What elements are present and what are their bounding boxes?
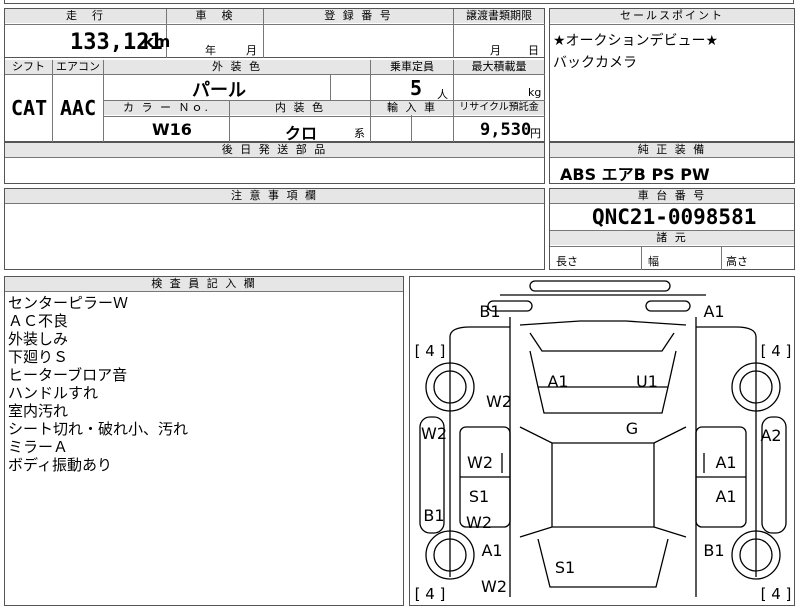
tire-tread-fr: [ 4 ]: [761, 342, 792, 360]
divider: [5, 157, 544, 158]
divider: [550, 203, 794, 204]
damage-marks: [ 4 ] [ 4 ] [ 4 ] [ 4 ] B1 A1 A1 U1 W2 W…: [415, 302, 792, 603]
interior-value: クロ: [285, 124, 318, 143]
remark-1: センターピラーＷ: [8, 294, 129, 312]
sales-point-label: セールスポイント: [550, 9, 794, 23]
seats-value: 5: [410, 76, 423, 100]
mileage-label: 走 行: [5, 9, 166, 23]
remark-2: ＡＣ不良: [8, 312, 69, 330]
mark-hood-right: U1: [636, 372, 658, 391]
dims-width: 幅: [648, 255, 659, 268]
recycle-unit: 円: [530, 127, 541, 140]
remark-10: ボディ振動あり: [8, 456, 112, 474]
car-diagram: [ 4 ] [ 4 ] [ 4 ] [ 4 ] B1 A1 A1 U1 W2 W…: [415, 280, 792, 603]
chassis-label: 車 台 番 号: [550, 189, 794, 203]
car-outline: [419, 280, 787, 597]
sales-point-2: バックカメラ: [553, 55, 637, 71]
dims-length: 長さ: [556, 255, 578, 268]
notes-label: 注 意 事 項 欄: [5, 189, 544, 203]
divider: [5, 203, 544, 204]
top-strip: [4, 0, 794, 4]
mark-side-left: W2: [421, 424, 447, 443]
mark-roof-rear: S1: [555, 558, 575, 577]
mark-door-right-front: A1: [715, 453, 736, 472]
divider: [104, 116, 545, 117]
inspector-label: 検 査 員 記 入 欄: [5, 277, 403, 291]
load-unit: kg: [528, 86, 542, 99]
mark-door-left-rear-2: W2: [466, 513, 492, 532]
divider: [550, 246, 794, 247]
mark-door-left-rear: S1: [469, 487, 489, 506]
remark-3: 外装しみ: [8, 330, 69, 348]
mark-rear-left: W2: [481, 577, 507, 596]
sales-point-1: ★オークションデビュー★: [553, 33, 719, 49]
dims-label: 諸 元: [550, 231, 794, 245]
shaken-month: 月: [246, 44, 257, 57]
mark-sill-left: B1: [423, 506, 444, 525]
transfer-month: 月: [490, 44, 501, 57]
shift-value: CAT: [11, 96, 48, 120]
color-value: パール: [192, 80, 246, 101]
mark-windshield: G: [626, 419, 638, 438]
remark-9: ミラーＡ: [8, 438, 69, 456]
mark-fender-left: W2: [486, 392, 512, 411]
ac-value: AAC: [60, 96, 97, 120]
mileage-unit: km: [143, 32, 171, 51]
interior-suffix: 系: [354, 127, 365, 140]
remark-7: 室内汚れ: [8, 402, 69, 420]
divider: [453, 9, 454, 58]
interior-label: 内 装 色: [230, 101, 370, 115]
mark-door-left-front: W2: [467, 453, 493, 472]
mark-front-right: A1: [703, 302, 724, 321]
later-parts-label: 後 日 発 送 部 品: [5, 143, 544, 157]
divider: [263, 9, 264, 58]
mark-side-right: A2: [760, 426, 781, 445]
shaken-year: 年: [205, 44, 216, 57]
divider: [5, 291, 403, 292]
chassis-number: QNC21-0098581: [592, 205, 757, 229]
registration-label: 登 録 番 号: [264, 9, 453, 23]
divider: [550, 24, 794, 25]
mark-quarter-right: B1: [703, 541, 724, 560]
remark-4: 下廻りＳ: [8, 348, 69, 366]
sales-point-panel: [549, 8, 795, 142]
divider: [5, 24, 545, 25]
divider: [641, 246, 642, 270]
divider: [52, 60, 53, 142]
car-diagram-panel: [ 4 ] [ 4 ] [ 4 ] [ 4 ] B1 A1 A1 U1 W2 W…: [409, 276, 795, 606]
color-no-label: カ ラ ー Ｎｏ.: [104, 101, 229, 115]
equipment-value: ABS エアB PS PW: [560, 165, 710, 184]
equipment-label: 純 正 装 備: [550, 143, 794, 157]
divider: [721, 246, 722, 270]
mark-front-left: B1: [479, 302, 500, 321]
import-label: 輸 入 車: [371, 101, 453, 115]
divider: [550, 157, 794, 158]
recycle-value: 9,530: [480, 120, 532, 140]
mark-hood-left: A1: [547, 372, 568, 391]
mark-quarter-left: A1: [481, 541, 502, 560]
seats-unit: 人: [437, 88, 448, 101]
transfer-label: 譲渡書類期限: [454, 9, 544, 23]
divider: [5, 74, 545, 75]
mark-door-right-rear: A1: [715, 487, 736, 506]
ac-label: エアコン: [53, 60, 103, 74]
recycle-label: リサイクル預託金: [454, 101, 544, 115]
dims-height: 高さ: [726, 255, 748, 268]
remark-6: ハンドルすれ: [8, 384, 99, 402]
remark-8: シート切れ・破れ小、汚れ: [8, 420, 189, 438]
load-label: 最大積載量: [454, 60, 544, 74]
color-no-value: W16: [152, 120, 192, 139]
divider: [330, 74, 331, 100]
transfer-day: 日: [528, 44, 539, 57]
shaken-label: 車 検: [167, 9, 263, 23]
tire-tread-rr: [ 4 ]: [761, 585, 792, 603]
shift-label: シフト: [5, 60, 52, 74]
remark-5: ヒーターブロア音: [8, 366, 128, 384]
seats-label: 乗車定員: [371, 60, 453, 74]
color-label: 外 装 色: [104, 60, 370, 74]
tire-tread-rl: [ 4 ]: [415, 585, 446, 603]
tire-tread-fl: [ 4 ]: [415, 342, 446, 360]
